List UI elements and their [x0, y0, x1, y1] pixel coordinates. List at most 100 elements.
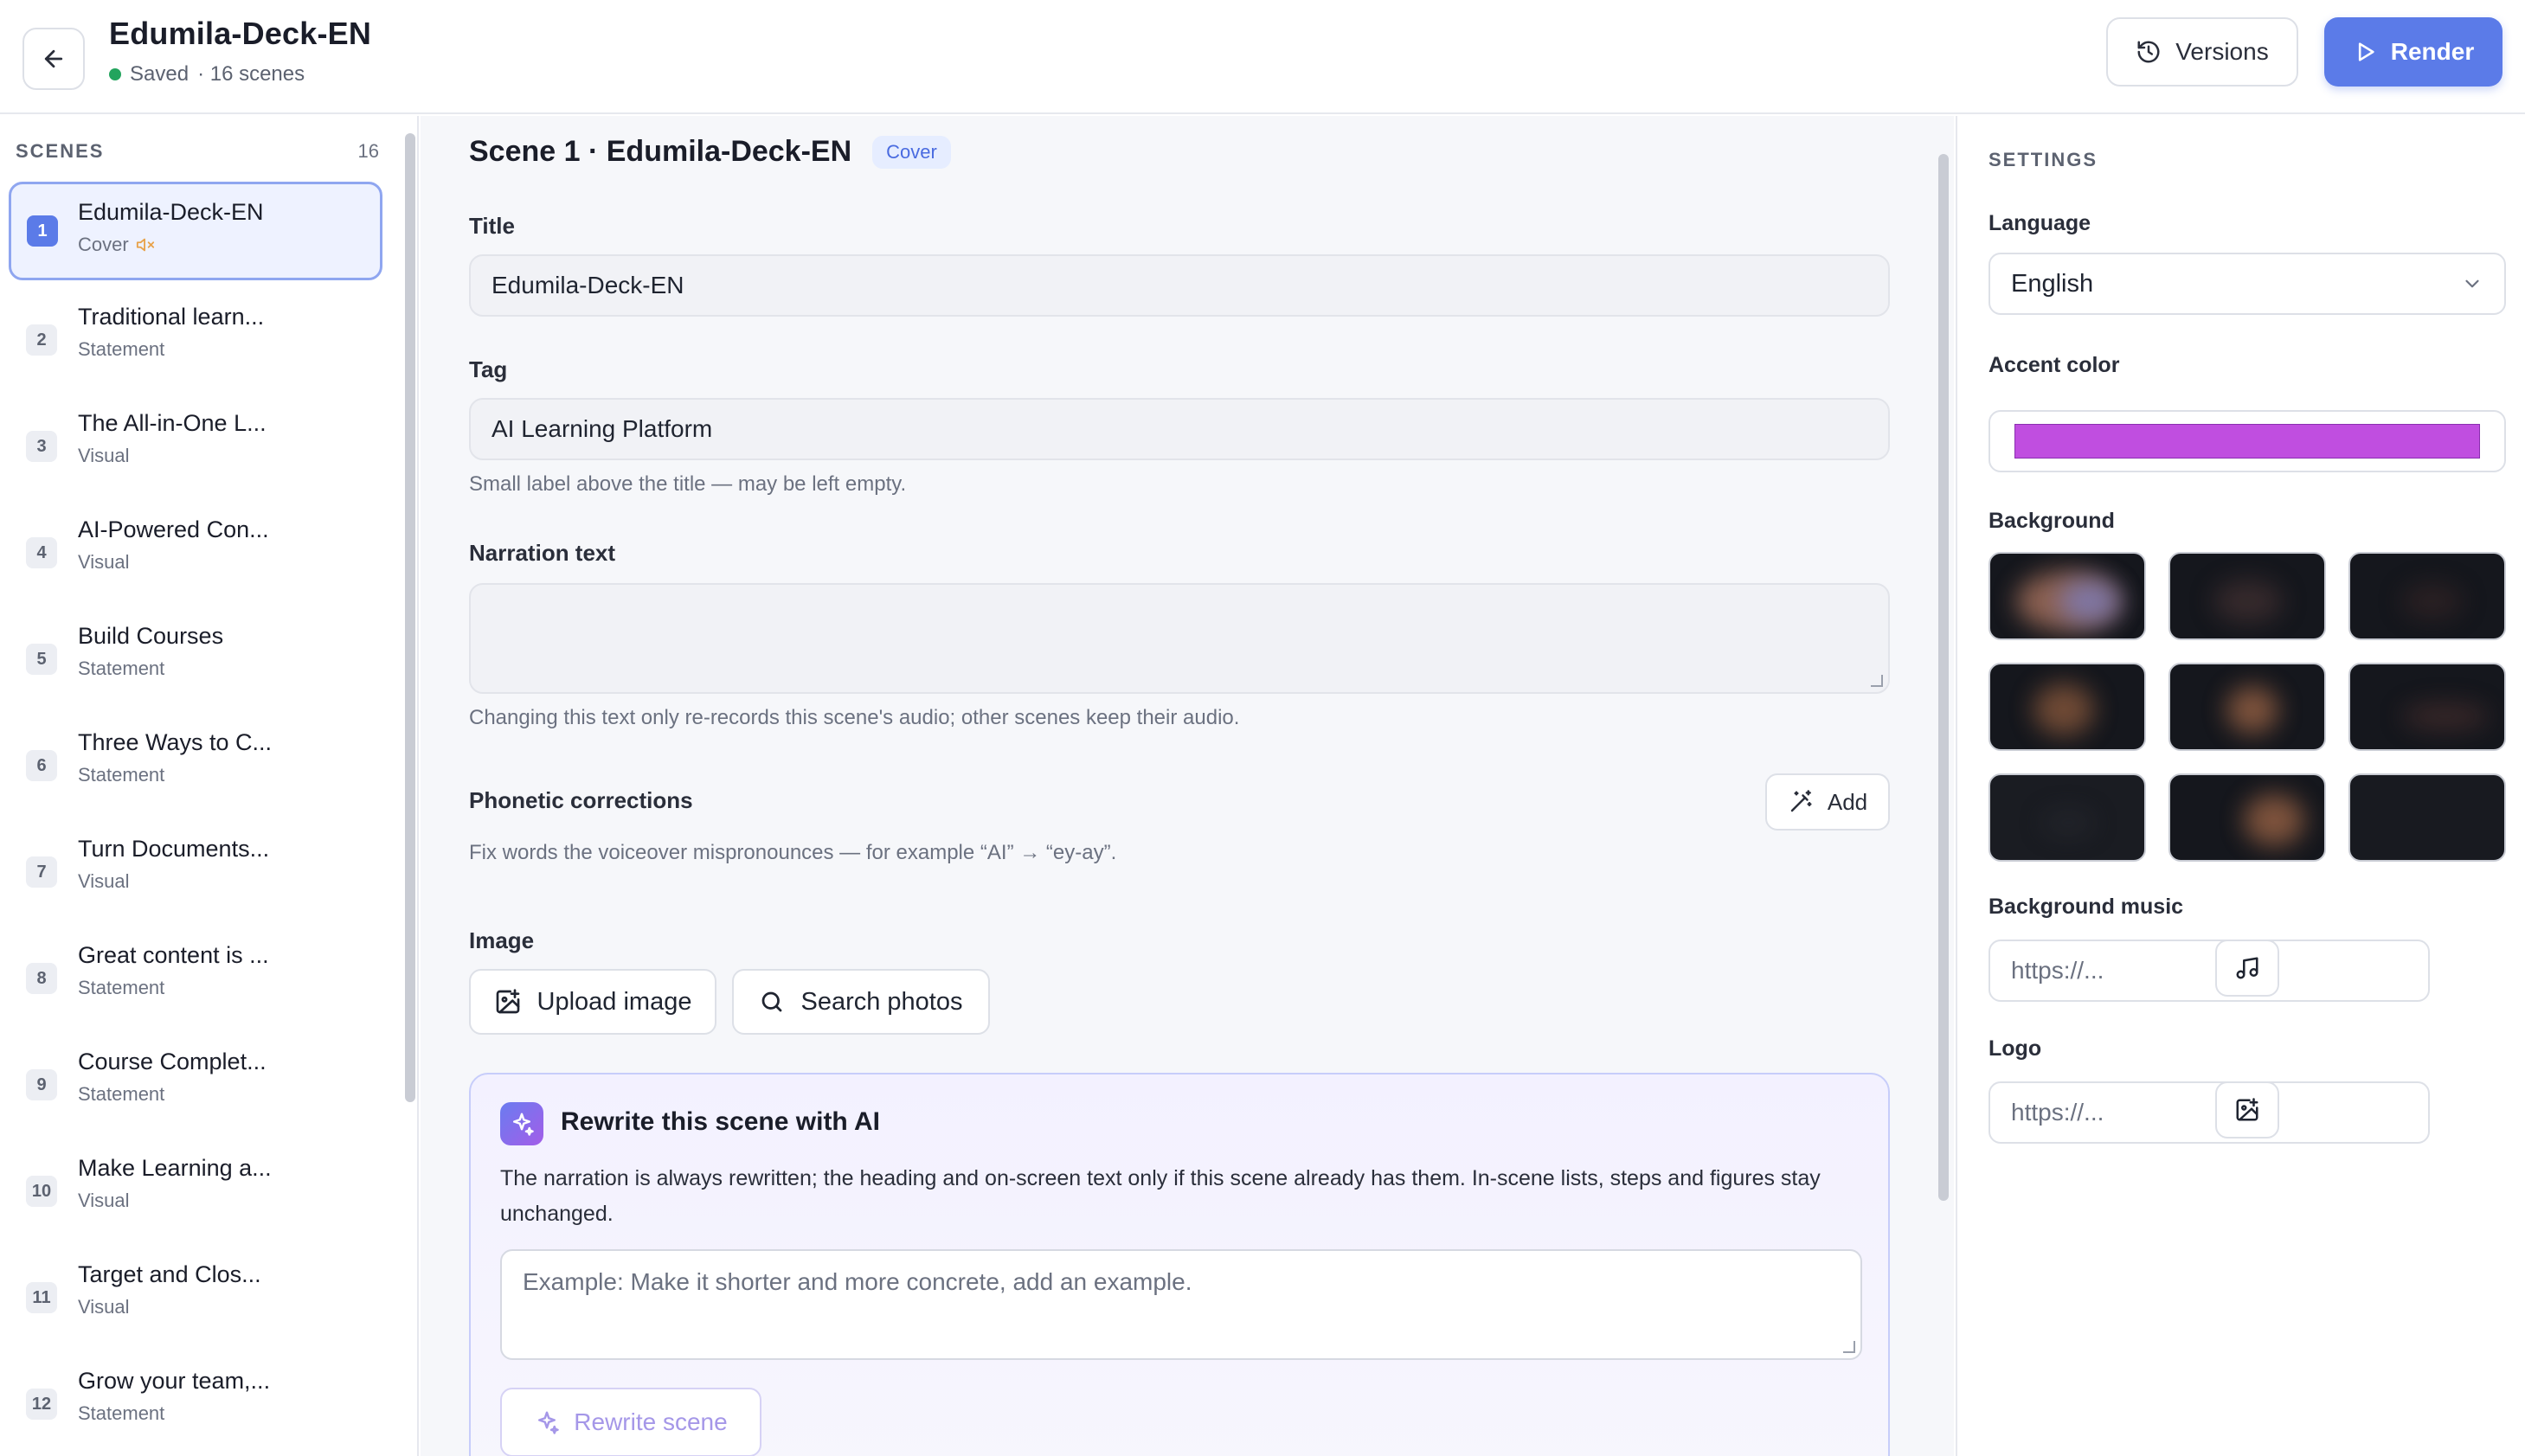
scene-title: Three Ways to C...	[78, 729, 273, 755]
scene-number: 10	[26, 1176, 57, 1207]
rewrite-scene-label: Rewrite scene	[574, 1408, 728, 1435]
image-label: Image	[469, 927, 535, 953]
background-option[interactable]	[2168, 663, 2326, 751]
scenes-heading: SCENES	[16, 140, 105, 162]
scene-item-8[interactable]: 8 Great content is ... Statement	[9, 927, 382, 1033]
magic-wand-icon	[1790, 790, 1812, 812]
background-option[interactable]	[2348, 552, 2506, 640]
tag-input[interactable]: AI Learning Platform	[469, 398, 1890, 460]
scene-type: Cover	[78, 234, 155, 256]
scene-heading: Scene 1 · Edumila-Deck-EN Cover	[469, 135, 951, 169]
scene-type-label: Visual	[78, 1190, 130, 1211]
back-button[interactable]	[22, 28, 85, 90]
narration-textarea[interactable]	[469, 583, 1890, 694]
scene-count-label: · 16 scenes	[197, 62, 305, 86]
title-input[interactable]: Edumila-Deck-EN	[469, 254, 1890, 317]
background-option[interactable]	[2168, 552, 2326, 640]
resize-handle-icon[interactable]	[1871, 675, 1883, 687]
scene-item-6[interactable]: 6 Three Ways to C... Statement	[9, 714, 382, 820]
scene-item-3[interactable]: 3 The All-in-One L... Visual	[9, 394, 382, 501]
image-plus-icon	[496, 989, 519, 1014]
scene-item-12[interactable]: 12 Grow your team,... Statement	[9, 1352, 382, 1456]
scenes-header: SCENES 16	[16, 140, 379, 163]
upload-image-button[interactable]: Upload image	[469, 969, 716, 1035]
tag-input-value: AI Learning Platform	[492, 415, 713, 442]
upload-image-label: Upload image	[536, 987, 692, 1016]
search-icon	[762, 991, 782, 1012]
render-button[interactable]: Render	[2324, 17, 2503, 87]
versions-button[interactable]: Versions	[2106, 17, 2298, 87]
ai-rewrite-title: Rewrite this scene with AI	[561, 1107, 880, 1136]
scene-title: Make Learning a...	[78, 1155, 272, 1181]
scene-title: Traditional learn...	[78, 304, 265, 330]
scene-item-9[interactable]: 9 Course Complet... Statement	[9, 1033, 382, 1139]
add-phonetic-button[interactable]: Add	[1765, 773, 1890, 831]
background-option[interactable]	[1989, 773, 2146, 862]
search-photos-button[interactable]: Search photos	[732, 969, 990, 1035]
accent-color-swatch	[2014, 424, 2480, 459]
ai-rewrite-panel: Rewrite this scene with AI The narration…	[469, 1073, 1890, 1456]
title-label: Title	[469, 213, 515, 239]
background-option[interactable]	[1989, 663, 2146, 751]
scene-title: The All-in-One L...	[78, 410, 267, 436]
sidebar-scrollbar[interactable]	[405, 133, 415, 1102]
scene-number: 6	[26, 750, 57, 781]
ai-rewrite-description: The narration is always rewritten; the h…	[500, 1166, 1821, 1226]
narration-hint: Changing this text only re-records this …	[469, 706, 1240, 729]
image-plus-icon	[2236, 1098, 2258, 1121]
phonetic-hint: Fix words the voiceover mispronounces — …	[469, 841, 1117, 864]
rewrite-scene-button[interactable]: Rewrite scene	[500, 1388, 761, 1456]
sparkles-icon	[500, 1102, 543, 1145]
accent-color-picker[interactable]	[1989, 410, 2506, 472]
scene-type-label: Visual	[78, 551, 130, 573]
scene-title: Build Courses	[78, 623, 224, 649]
save-status: Saved · 16 scenes	[109, 62, 305, 87]
play-icon	[2358, 42, 2374, 61]
background-label: Background	[1989, 509, 2115, 533]
background-option[interactable]	[2348, 773, 2506, 862]
scene-type-label: Statement	[78, 1402, 165, 1424]
logo-input[interactable]: https://...	[1989, 1081, 2430, 1144]
settings-heading: SETTINGS	[1989, 149, 2098, 170]
tag-label: Tag	[469, 356, 508, 382]
scene-item-5[interactable]: 5 Build Courses Statement	[9, 607, 382, 714]
scene-item-11[interactable]: 11 Target and Clos... Visual	[9, 1246, 382, 1352]
editor-scrollbar[interactable]	[1938, 154, 1949, 1201]
scene-item-1[interactable]: 1 Edumila-Deck-EN Cover	[9, 182, 382, 280]
ai-instruction-input[interactable]: Example: Make it shorter and more concre…	[500, 1249, 1862, 1360]
music-picker-button[interactable]	[2215, 940, 2279, 997]
background-grid	[1989, 552, 2508, 862]
scene-item-2[interactable]: 2 Traditional learn... Statement	[9, 288, 382, 394]
logo-placeholder: https://...	[2011, 1099, 2104, 1126]
background-music-input[interactable]: https://...	[1989, 940, 2430, 1002]
background-option[interactable]	[2348, 663, 2506, 751]
history-icon	[2137, 41, 2160, 63]
scene-item-10[interactable]: 10 Make Learning a... Visual	[9, 1139, 382, 1246]
language-select[interactable]: English	[1989, 253, 2506, 315]
scene-title: Target and Clos...	[78, 1261, 261, 1287]
scene-item-4[interactable]: 4 AI-Powered Con... Visual	[9, 501, 382, 607]
scenes-sidebar: SCENES 16 1 Edumila-Deck-EN Cover 2 Trad…	[0, 116, 419, 1456]
scene-number: 11	[26, 1282, 57, 1313]
scene-item-7[interactable]: 7 Turn Documents... Visual	[9, 820, 382, 927]
scene-title: AI-Powered Con...	[78, 516, 269, 542]
scene-editor: Scene 1 · Edumila-Deck-EN Cover Title Ed…	[421, 116, 1954, 1456]
scene-number: 5	[26, 644, 57, 675]
scene-title: Course Complet...	[78, 1049, 267, 1074]
scene-type-badge: Cover	[872, 135, 951, 169]
scenes-count: 16	[357, 140, 379, 162]
scene-title: Turn Documents...	[78, 836, 270, 862]
accent-color-label: Accent color	[1989, 353, 2120, 377]
background-option[interactable]	[2168, 773, 2326, 862]
saved-label: Saved	[130, 62, 190, 86]
background-option[interactable]	[1989, 552, 2146, 640]
resize-handle-icon[interactable]	[1843, 1341, 1855, 1353]
render-label: Render	[2390, 38, 2475, 65]
logo-upload-button[interactable]	[2215, 1081, 2279, 1139]
scene-list: 1 Edumila-Deck-EN Cover 2 Traditional le…	[9, 182, 382, 1456]
language-label: Language	[1989, 211, 2091, 235]
ai-instruction-placeholder: Example: Make it shorter and more concre…	[523, 1268, 1192, 1295]
background-music-label: Background music	[1989, 895, 2184, 919]
scene-number: 4	[26, 537, 57, 568]
tag-hint: Small label above the title — may be lef…	[469, 472, 907, 496]
